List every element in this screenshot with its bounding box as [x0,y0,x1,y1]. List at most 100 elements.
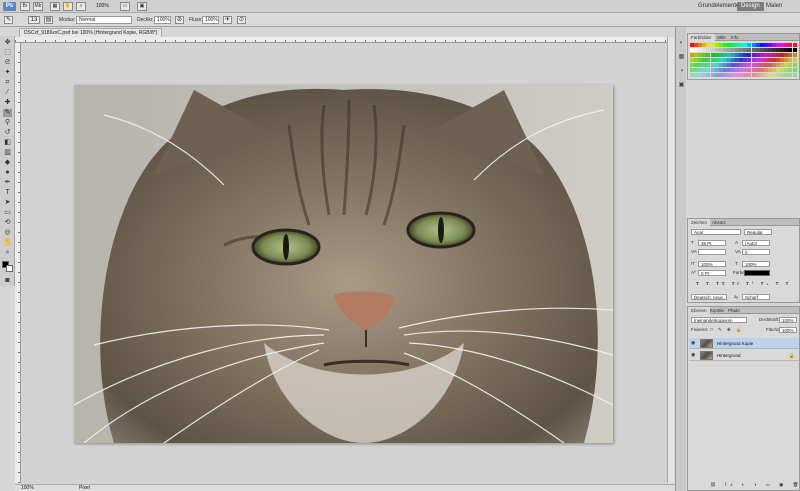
color-swatch[interactable] [792,73,797,77]
antialias-select[interactable]: Scharf [742,294,770,300]
minibridge-icon[interactable]: Mb [33,2,43,11]
cat-photo[interactable] [74,85,613,443]
quick-mask-icon[interactable]: ◙ [3,277,12,285]
leading-field[interactable]: (Auto) [742,240,770,246]
eyedropper-icon[interactable]: ⁄ [3,89,12,97]
vscale-field[interactable]: 100% [698,261,726,267]
swatch-grid[interactable] [690,43,798,79]
color-swatch[interactable] [792,58,797,62]
blur-tool-icon[interactable]: ◆ [3,159,12,167]
panel-icon-strip: ◐ ▦ ◑ ▣ [675,27,686,491]
layer-row[interactable]: ◉ Hintergrund Kopie [689,338,799,349]
dodge-tool-icon[interactable]: ● [3,169,12,177]
screen-mode-icon[interactable]: ▣ [137,2,147,11]
hand-tool-icon[interactable]: ✋ [3,239,12,247]
canvas-scrollbar[interactable] [667,37,674,483]
swatches-panel-icon[interactable]: ▦ [678,54,685,61]
zoom-icon[interactable]: ⌕ [76,2,86,11]
document-tab[interactable]: DSCxf_9186xxC.psd bei 100% (Hintergrund … [19,28,163,37]
brush-tool-icon[interactable]: ✎ [3,109,12,117]
tab-stile[interactable]: Stile [714,34,729,41]
workspace-grundelemente[interactable]: Grundelemente [694,2,743,11]
visibility-eye-icon[interactable]: ◉ [691,341,697,346]
color-swatch[interactable] [792,48,797,52]
kerning-field[interactable] [698,249,726,255]
airbrush-icon[interactable]: ✈ [223,16,232,24]
workspace-design[interactable]: Design [737,2,764,11]
brush-preset-icon[interactable]: ✎ [4,16,13,24]
crop-tool-icon[interactable]: ⌗ [3,79,12,87]
font-size-field[interactable]: 36 Pt [698,240,726,246]
hscale-icon: T [735,261,738,266]
app-bar: Ps Br Mb ▦ ✋ ⌕ 100% ▭ ▣ Grundelemente De… [0,0,800,13]
3d-rotate-icon[interactable]: ⟲ [3,219,12,227]
leading-icon: A [735,240,739,245]
opacity-field[interactable]: 100% [154,16,171,24]
color-swatch[interactable] [792,68,797,72]
layer-opacity-field[interactable]: 100% [779,317,797,323]
photoshop-logo: Ps [3,2,16,11]
tab-pfade[interactable]: Pfade [725,307,743,314]
pen-tool-icon[interactable]: ✒ [3,179,12,187]
options-bar: ✎ 13 ▤ Modus: Normal Deckkr.: 100% ⊘ Flu… [0,13,800,27]
history-brush-icon[interactable]: ↺ [3,129,12,137]
tab-info[interactable]: Info [728,34,742,41]
visibility-eye-icon[interactable]: ◉ [691,353,697,358]
tab-kanaele[interactable]: Kanäle [707,307,727,314]
bridge-icon[interactable]: Br [20,2,30,11]
arrange-icon[interactable]: ▭ [120,2,130,11]
tracking-field[interactable]: 0 [742,249,770,255]
magic-wand-icon[interactable]: ✦ [3,69,12,77]
brush-panel-icon[interactable]: ▤ [44,16,53,24]
layer-bottom-toolbar[interactable]: ⛓ fx ◐ ◑ ▭ ▣ 🗑 [710,482,800,488]
adjustments-panel-icon[interactable]: ◑ [678,68,685,75]
layer-thumbnail [700,351,713,360]
background-color-swatch[interactable] [6,265,13,272]
3d-orbit-icon[interactable]: ◎ [3,229,12,237]
font-style-select[interactable]: Regular [744,229,772,235]
color-swatch[interactable] [792,43,797,47]
masks-panel-icon[interactable]: ▣ [678,82,685,89]
eraser-icon[interactable]: ◧ [3,139,12,147]
clone-stamp-icon[interactable]: ⚲ [3,119,12,127]
color-swatch[interactable] [792,63,797,67]
fill-field[interactable]: 100% [779,327,797,333]
hand-icon[interactable]: ✋ [63,2,73,11]
text-style-buttons[interactable]: T T TT Tr T¹ T₁ T T [696,281,791,287]
pressure-size-icon[interactable]: ⊙ [237,16,246,24]
color-panel-icon[interactable]: ◐ [678,40,685,47]
shape-tool-icon[interactable]: ▭ [3,209,12,217]
tab-absatz[interactable]: Absatz [709,219,729,226]
zoom-level[interactable]: 100% [96,3,109,9]
gradient-icon[interactable]: ▥ [3,149,12,157]
lock-icons[interactable]: □ ✎ ✥ 🔒 [710,327,744,333]
layer-row[interactable]: ◉ Hintergrund 🔒 [689,350,799,361]
layer-name: Hintergrund Kopie [717,341,754,346]
status-zoom[interactable]: 100% [21,485,34,491]
guides-icon[interactable]: ▦ [50,2,60,11]
lasso-tool-icon[interactable]: ᘓ [3,59,12,67]
flow-field[interactable]: 100% [202,16,219,24]
language-select[interactable]: Deutsch: neue... [691,294,727,300]
mode-select[interactable]: Normal [76,16,132,24]
tab-farbfelder[interactable]: Farbfelder [688,34,715,41]
baseline-field[interactable]: 0 Pt [698,270,726,276]
zoom-tool-icon[interactable]: ⌕ [3,249,12,257]
color-swatch[interactable] [792,53,797,57]
status-info[interactable]: Pixel [79,485,90,491]
workspace-malen[interactable]: Malen [762,2,786,11]
blend-mode-select[interactable]: Ineinanderkopieren [691,317,747,323]
pressure-opacity-icon[interactable]: ⊘ [175,16,184,24]
font-family-select[interactable]: Arial [691,229,741,235]
path-select-icon[interactable]: ➤ [3,199,12,207]
hscale-field[interactable]: 100% [742,261,770,267]
brush-size-picker[interactable]: 13 [28,16,40,24]
tracking-icon: VA [735,249,741,254]
layers-panel: Ebenen Kanäle Pfade Ineinanderkopieren D… [687,306,800,491]
move-tool-icon[interactable]: ✥ [3,39,12,47]
marquee-tool-icon[interactable]: ⬚ [3,49,12,57]
healing-brush-icon[interactable]: ✚ [3,99,12,107]
tab-zeichen[interactable]: Zeichen [688,219,711,226]
text-color-swatch[interactable] [744,270,770,276]
type-tool-icon[interactable]: T [3,189,12,197]
